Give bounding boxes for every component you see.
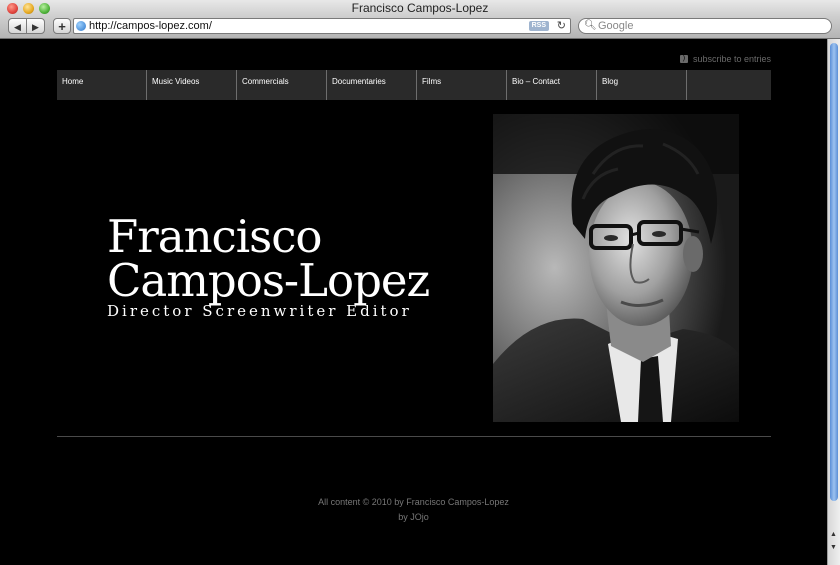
page-viewport: ) subscribe to entries Home Music Videos… [0,39,827,565]
address-bar[interactable]: http://campos-lopez.com/ RSS ↻ [73,18,571,34]
menu-item-films[interactable]: Films [417,70,507,100]
footer-credit-link[interactable]: by JOjo [0,510,827,525]
feed-icon: ) [679,55,688,63]
window-title: Francisco Campos-Lopez [351,1,489,15]
back-button[interactable]: ◀ [8,18,27,34]
main-menu: Home Music Videos Commercials Documentar… [57,70,771,100]
menu-item-documentaries[interactable]: Documentaries [327,70,417,100]
browser-toolbar: ◀ ▶ + http://campos-lopez.com/ RSS ↻ 🔍︎ … [0,16,840,39]
search-icon: 🔍︎ [584,20,597,31]
search-input[interactable]: 🔍︎ Google [578,18,832,34]
menu-item-music-videos[interactable]: Music Videos [147,70,237,100]
menu-item-blog[interactable]: Blog [597,70,687,100]
menu-item-bio-contact[interactable]: Bio – Contact [507,70,597,100]
menu-item-home[interactable]: Home [57,70,147,100]
rss-button[interactable]: RSS [528,21,549,31]
menu-spacer [687,70,771,100]
add-bookmark-button[interactable]: + [53,18,71,34]
subscribe-link[interactable]: ) subscribe to entries [679,54,771,64]
search-placeholder: Google [598,20,634,32]
scroll-up-arrow-icon[interactable]: ▲ [830,531,837,538]
forward-button[interactable]: ▶ [26,18,45,34]
url-text: http://campos-lopez.com/ [89,20,212,32]
site-icon [76,21,86,31]
subscribe-label: subscribe to entries [692,54,771,64]
menu-item-commercials[interactable]: Commercials [237,70,327,100]
window-title-bar: Francisco Campos-Lopez [0,0,840,16]
scrollbar-thumb[interactable] [830,43,838,501]
reload-icon[interactable]: ↻ [557,19,566,33]
vertical-scrollbar[interactable]: ▲ ▼ [827,39,840,565]
site-title-last-name: Campos-Lopez [107,254,430,307]
content-divider [57,436,771,437]
footer-copyright: All content © 2010 by Francisco Campos-L… [318,497,509,507]
portrait-photo [493,114,739,422]
scroll-down-arrow-icon[interactable]: ▼ [830,544,837,551]
site-roles: Director Screenwriter Editor [107,302,412,320]
footer: All content © 2010 by Francisco Campos-L… [0,495,827,525]
